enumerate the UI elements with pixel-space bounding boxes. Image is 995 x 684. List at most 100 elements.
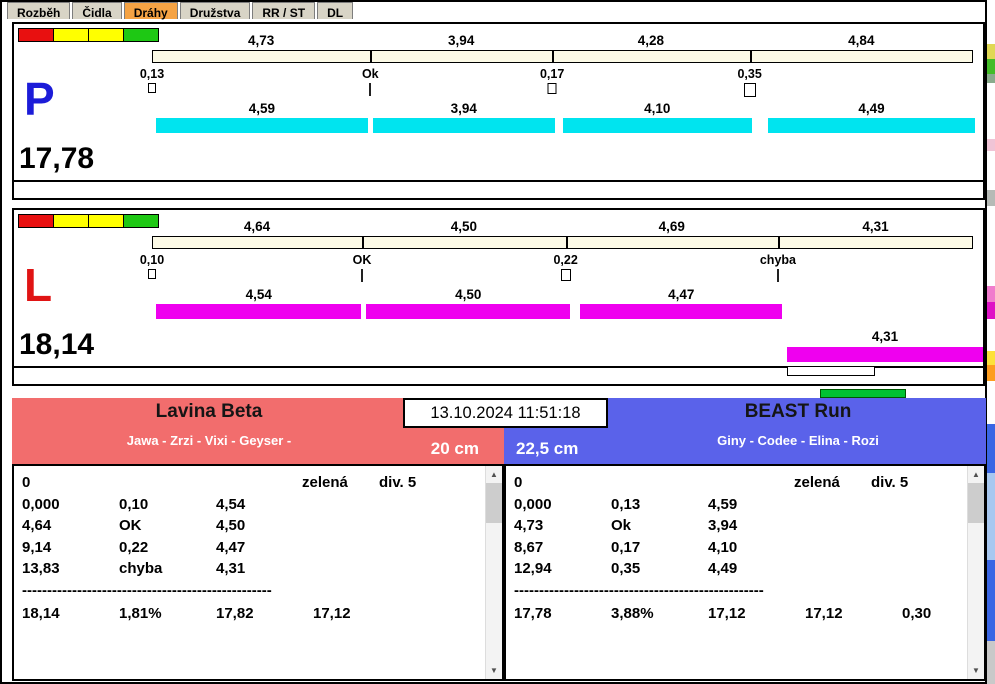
result-cell: 4,31 — [216, 560, 246, 577]
exchange-mark-label: 0,10 — [139, 253, 165, 267]
result-cell: 13,83 — [22, 560, 60, 577]
result-row: 12,94 0,35 4,49 — [514, 558, 958, 580]
result-cell: 0,22 — [119, 538, 149, 556]
scrollbar-thumb[interactable] — [968, 483, 984, 523]
scroll-up-icon[interactable]: ▲ — [486, 466, 502, 483]
plan-segment-time: 4,84 — [848, 33, 875, 48]
exchange-mark-square — [560, 269, 571, 281]
exchange-mark-label: 0,35 — [737, 67, 762, 81]
exchange-mark-square — [148, 269, 156, 279]
result-separator: ----------------------------------------… — [514, 581, 764, 599]
result-cell — [794, 537, 871, 559]
start-lights — [18, 214, 159, 228]
result-cell — [871, 558, 958, 580]
result-cell — [379, 558, 476, 580]
result-cell — [794, 515, 871, 537]
run-segment-bar — [366, 304, 571, 319]
result-row: 4,64 OK 4,50 — [22, 515, 476, 537]
status-light — [88, 214, 124, 228]
tab-drahy[interactable]: Dráhy — [123, 2, 178, 20]
result-row: 0,000 0,10 4,54 — [22, 494, 476, 516]
scroll-down-icon[interactable]: ▼ — [486, 662, 502, 679]
team-name: BEAST Run — [744, 401, 852, 422]
results-table: 0 zelená div. 5 0,000 0,13 4,59 4,73 Ok 3,94 8,67… — [506, 466, 984, 624]
lane-letter: P — [24, 73, 55, 125]
result-cell — [379, 537, 476, 559]
scrollbar-thumb[interactable] — [486, 483, 502, 523]
progress-indicator — [820, 389, 906, 398]
tab-rozbeh[interactable]: Rozběh — [7, 2, 71, 20]
scrollbar[interactable]: ▲ ▼ — [485, 466, 502, 679]
scroll-up-icon[interactable]: ▲ — [968, 466, 984, 483]
result-cell: 0,35 — [611, 560, 641, 577]
team-category: 20 cm — [430, 439, 479, 458]
run-segment-time: 4,49 — [858, 101, 885, 116]
exchange-mark-label: chyba — [759, 253, 796, 267]
result-cell: 8,67 — [514, 538, 544, 556]
exchange-mark-square — [148, 83, 156, 93]
result-cell: 0,13 — [611, 495, 641, 513]
result-cell: 17,12 — [805, 604, 843, 622]
result-cell — [708, 472, 794, 494]
result-row: 0 zelená div. 5 — [22, 472, 476, 494]
result-cell — [379, 494, 476, 516]
run-segment-bar — [787, 347, 983, 362]
result-cell — [871, 494, 958, 516]
app-window: Rozběh Čidla Dráhy Družstva RR / ST DL P… — [0, 0, 987, 684]
result-cell: 4,54 — [216, 495, 246, 513]
exchange-mark-square — [547, 83, 557, 94]
result-cell: 17,78 — [514, 604, 552, 622]
status-light — [88, 28, 124, 42]
tab-dl[interactable]: DL — [317, 2, 354, 20]
lane-track: 4,73 3,94 4,28 4,84 0,13 Ok 0,17 0,35 4,59 3,94 4,… — [140, 24, 976, 198]
lane-total-time: 18,14 — [19, 328, 95, 361]
desktop-edge-artifact — [987, 0, 995, 684]
run-segment-time: 4,54 — [245, 287, 272, 302]
lane-panel-l: L 18,14 4,64 4,50 4,69 4,31 0,10 OK 0,22 chyba 4… — [12, 208, 985, 386]
result-cell — [794, 494, 871, 516]
team-members: Jawa - Zrzi - Vixi - Geyser - — [126, 433, 292, 448]
result-separator: ----------------------------------------… — [22, 581, 272, 599]
scrollbar[interactable]: ▲ ▼ — [967, 466, 984, 679]
exchange-mark-label: Ok — [361, 67, 379, 81]
exchange-mark-tick — [369, 83, 372, 96]
plan-segment-time: 4,28 — [637, 33, 665, 48]
run-segment-time: 4,59 — [248, 101, 276, 116]
result-cell: div. 5 — [379, 474, 417, 491]
result-cell: 0,10 — [119, 495, 149, 513]
plan-segment-time: 3,94 — [448, 33, 475, 48]
results-section: 0 zelená div. 5 0,000 0,10 4,54 4,64 OK 4,50 9,14… — [12, 464, 986, 681]
status-light — [18, 214, 54, 228]
run-segment-time: 4,50 — [455, 287, 482, 302]
run-segment-time: 4,31 — [871, 329, 899, 344]
team-category: 22,5 cm — [516, 439, 579, 458]
segment-tick — [749, 51, 752, 62]
result-cell: 0,000 — [22, 495, 60, 513]
scroll-down-icon[interactable]: ▼ — [968, 662, 984, 679]
exchange-mark-label: 0,17 — [539, 67, 565, 81]
result-cell: 4,50 — [216, 517, 246, 534]
result-cell — [302, 494, 379, 516]
result-cell — [611, 472, 708, 494]
lane-total-time: 17,78 — [19, 142, 95, 175]
result-cell — [302, 558, 379, 580]
result-cell — [410, 603, 476, 625]
tab-cidla[interactable]: Čidla — [72, 2, 122, 20]
result-cell: 0,30 — [902, 604, 932, 622]
run-segment-bar — [580, 304, 783, 319]
tab-rr-st[interactable]: RR / ST — [252, 2, 316, 20]
run-segment-bar — [156, 118, 368, 133]
segment-tick — [552, 51, 555, 62]
result-cell — [216, 472, 302, 494]
tab-druzstva[interactable]: Družstva — [179, 2, 251, 20]
exchange-mark-label: OK — [352, 253, 372, 267]
pending-run-bar — [787, 366, 876, 376]
plan-segment-time: 4,50 — [450, 219, 477, 234]
team-members: Giny - Codee - Elina - Rozi — [717, 433, 879, 448]
result-cell — [871, 515, 958, 537]
lane-panel-p: P 17,78 4,73 3,94 4,28 4,84 0,13 Ok 0,17 0,35 4,… — [12, 22, 985, 200]
plan-segment-time: 4,64 — [243, 219, 271, 234]
exchange-mark-tick — [776, 269, 779, 282]
segment-tick — [362, 237, 364, 248]
result-cell: 18,14 — [22, 604, 60, 622]
